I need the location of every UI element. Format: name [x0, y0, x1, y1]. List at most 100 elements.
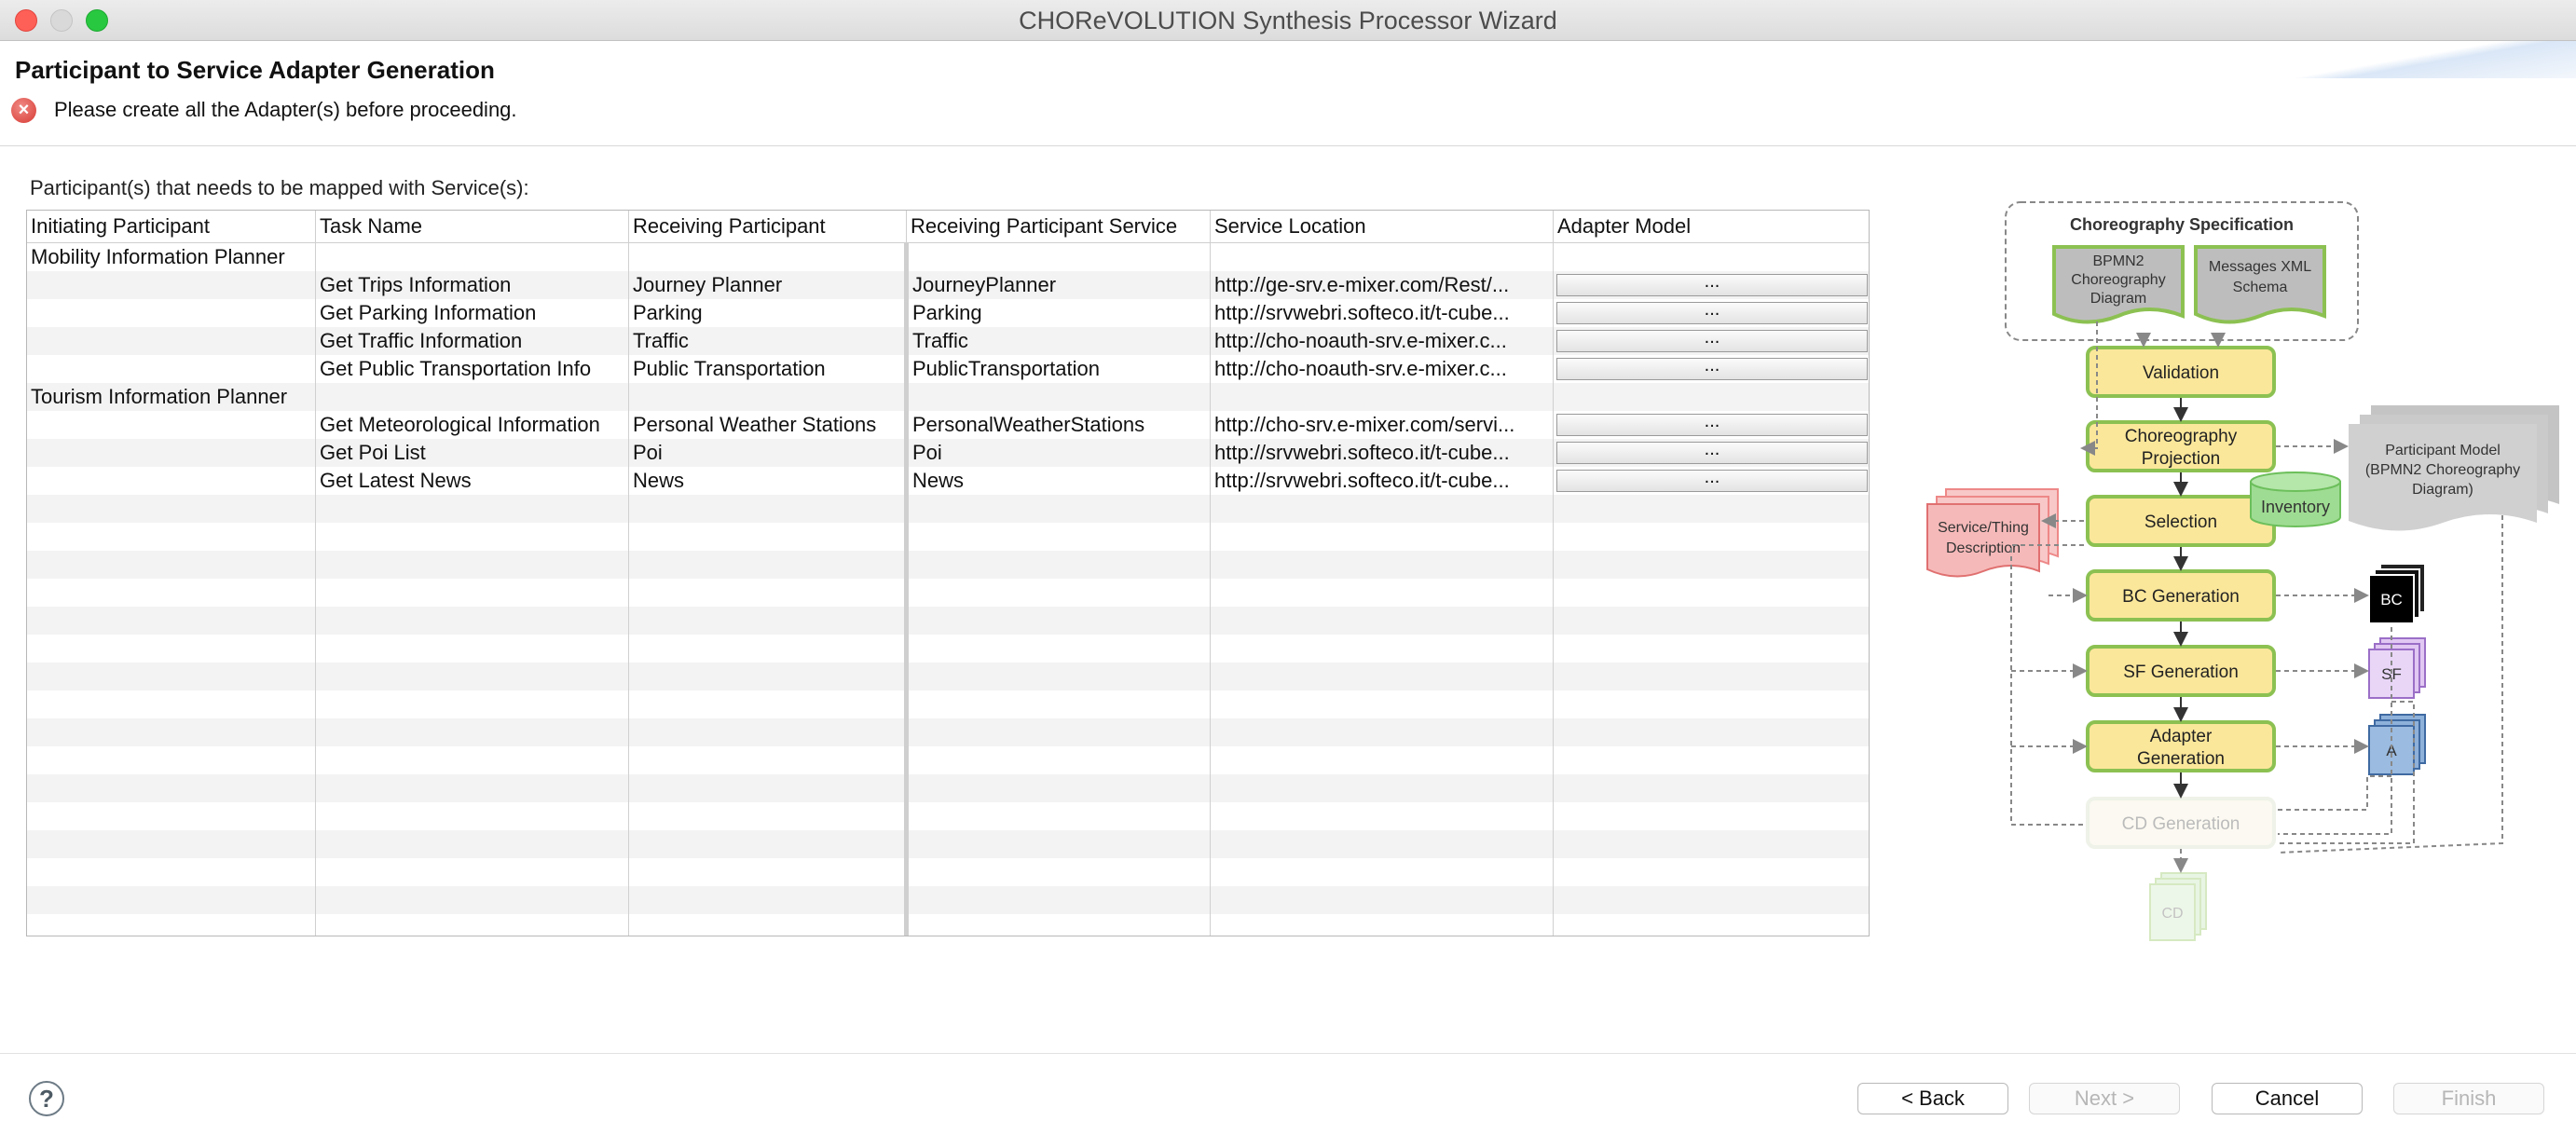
service-thing-description-icon: Service/Thing Description	[1926, 488, 2059, 578]
column-header-task-name[interactable]: Task Name	[316, 211, 629, 242]
participant-model-line: (BPMN2 Choreography	[2365, 462, 2520, 478]
table-row[interactable]	[27, 551, 1869, 579]
help-button[interactable]: ?	[29, 1081, 64, 1116]
inventory-label: Inventory	[2261, 498, 2330, 516]
table-row[interactable]	[27, 830, 1869, 858]
cell-service-location	[1211, 383, 1554, 411]
bc-artifact-icon: BC	[2368, 563, 2426, 624]
table-row[interactable]: Get Parking Information Parking Parking htt…	[27, 299, 1869, 327]
table-row[interactable]: Get Poi List Poi Poi http://srvwebri.softec…	[27, 439, 1869, 467]
cell-receiving-participant-service: Poi	[912, 441, 942, 464]
column-header-receiving-participant-service[interactable]: Receiving Participant Service	[907, 211, 1211, 242]
cell-task-name	[316, 243, 629, 271]
sf-artifact-icon: SF	[2368, 637, 2426, 699]
process-step-label: Projection	[2142, 449, 2221, 469]
next-button[interactable]: Next >	[2029, 1083, 2180, 1114]
cell-receiving-participant: News	[633, 469, 685, 492]
table-row[interactable]	[27, 607, 1869, 635]
cell-service-location: http://srvwebri.softeco.it/t-cube...	[1214, 469, 1510, 492]
cell-receiving-participant: Personal Weather Stations	[633, 413, 877, 436]
table-row[interactable]: Get Public Transportation Info Public Tra…	[27, 355, 1869, 383]
adapter-artifact-icon: A	[2368, 714, 2426, 775]
cell-receiving-participant-service	[909, 243, 1211, 271]
process-step-label: CD Generation	[2122, 814, 2240, 834]
column-divider	[1553, 243, 1554, 936]
process-step-5: SF Generation	[2086, 645, 2276, 697]
service-desc-line: Description	[1946, 540, 2021, 556]
bpmn2-doc-line: BPMN2	[2092, 253, 2144, 269]
table-row[interactable]	[27, 579, 1869, 607]
finish-button[interactable]: Finish	[2393, 1083, 2544, 1114]
table-label: Participant(s) that needs to be mapped w…	[30, 176, 529, 199]
error-icon: ×	[11, 98, 36, 123]
adapter-model-button[interactable]: ...	[1556, 300, 1868, 324]
table-row[interactable]	[27, 746, 1869, 774]
cell-receiving-participant-service	[909, 383, 1211, 411]
column-divider	[628, 243, 629, 936]
table-row[interactable]	[27, 663, 1869, 690]
footer-separator	[0, 1053, 2576, 1054]
table-row[interactable]: Get Meteorological Information Personal W…	[27, 411, 1869, 439]
cell-service-location: http://cho-srv.e-mixer.com/servi...	[1214, 413, 1515, 436]
participant-service-table[interactable]: Initiating Participant Task Name Receivi…	[26, 210, 1870, 936]
bc-artifact-label: BC	[2380, 591, 2403, 608]
process-step-3: Selection	[2086, 495, 2276, 547]
back-button[interactable]: < Back	[1857, 1083, 2008, 1114]
connector-line	[2278, 775, 2391, 811]
cell-initiating-participant: Tourism Information Planner	[31, 385, 288, 408]
table-row[interactable]	[27, 914, 1869, 936]
cell-receiving-participant-service: PublicTransportation	[912, 357, 1100, 380]
table-row[interactable]	[27, 635, 1869, 663]
adapter-model-button[interactable]: ...	[1556, 412, 1868, 436]
column-divider	[315, 243, 316, 936]
table-row[interactable]	[27, 523, 1869, 551]
process-step-7: CD Generation	[2086, 797, 2276, 849]
table-row[interactable]	[27, 774, 1869, 802]
wizard-header: Participant to Service Adapter Generatio…	[0, 41, 2576, 146]
table-row[interactable]	[27, 886, 1869, 914]
cell-initiating-participant	[27, 411, 316, 439]
adapter-model-button[interactable]: ...	[1556, 356, 1868, 380]
adapter-model-button[interactable]: ...	[1556, 468, 1868, 492]
table-row[interactable]	[27, 718, 1869, 746]
xml-doc-line: Schema	[2233, 280, 2288, 295]
cell-initiating-participant	[27, 271, 316, 299]
table-row[interactable]: Get Trips Information Journey Planner Jour…	[27, 271, 1869, 299]
cell-initiating-participant	[27, 299, 316, 327]
adapter-model-button[interactable]: ...	[1556, 272, 1868, 296]
table-row[interactable]	[27, 802, 1869, 830]
cell-service-location: http://ge-srv.e-mixer.com/Rest/...	[1214, 273, 1510, 296]
column-header-service-location[interactable]: Service Location	[1211, 211, 1554, 242]
cell-task-name: Get Parking Information	[320, 301, 537, 324]
column-header-receiving-participant[interactable]: Receiving Participant	[629, 211, 907, 242]
cell-task-name: Get Latest News	[320, 469, 472, 492]
cell-receiving-participant: Public Transportation	[633, 357, 826, 380]
table-row[interactable]	[27, 495, 1869, 523]
cell-initiating-participant	[27, 355, 316, 383]
table-row[interactable]: Tourism Information Planner	[27, 383, 1869, 411]
cancel-button[interactable]: Cancel	[2212, 1083, 2363, 1114]
adapter-model-button[interactable]: ...	[1556, 440, 1868, 464]
synthesis-process-diagram: Choreography Specification BPMN2 Choreog…	[1926, 201, 2559, 941]
process-step-label: Adapter	[2150, 727, 2213, 746]
cell-service-location: http://srvwebri.softeco.it/t-cube...	[1214, 301, 1510, 324]
cell-task-name	[316, 383, 629, 411]
column-divider	[1210, 243, 1211, 936]
table-row[interactable]: Get Traffic Information Traffic Traffic htt…	[27, 327, 1869, 355]
adapter-model-button[interactable]: ...	[1556, 328, 1868, 352]
choreography-spec-title: Choreography Specification	[2070, 215, 2294, 234]
process-step-1: Validation	[2086, 346, 2276, 398]
table-row[interactable]	[27, 858, 1869, 886]
table-row[interactable]: Get Latest News News News http://srvwebri.s…	[27, 467, 1869, 495]
cell-receiving-participant-service: JourneyPlanner	[912, 273, 1057, 296]
table-body: Get Latest News News News http://srvwebri.s…	[27, 243, 1869, 936]
column-header-adapter-model[interactable]: Adapter Model	[1554, 211, 1869, 242]
table-row[interactable]: Mobility Information Planner	[27, 243, 1869, 271]
page-title: Participant to Service Adapter Generatio…	[15, 56, 495, 84]
cell-receiving-participant: Parking	[633, 301, 703, 324]
column-header-initiating-participant[interactable]: Initiating Participant	[27, 211, 316, 242]
table-row[interactable]	[27, 690, 1869, 718]
participant-model-line: Diagram)	[2412, 482, 2473, 498]
cell-receiving-participant-service: Traffic	[912, 329, 968, 352]
cell-receiving-participant-service: News	[912, 469, 965, 492]
